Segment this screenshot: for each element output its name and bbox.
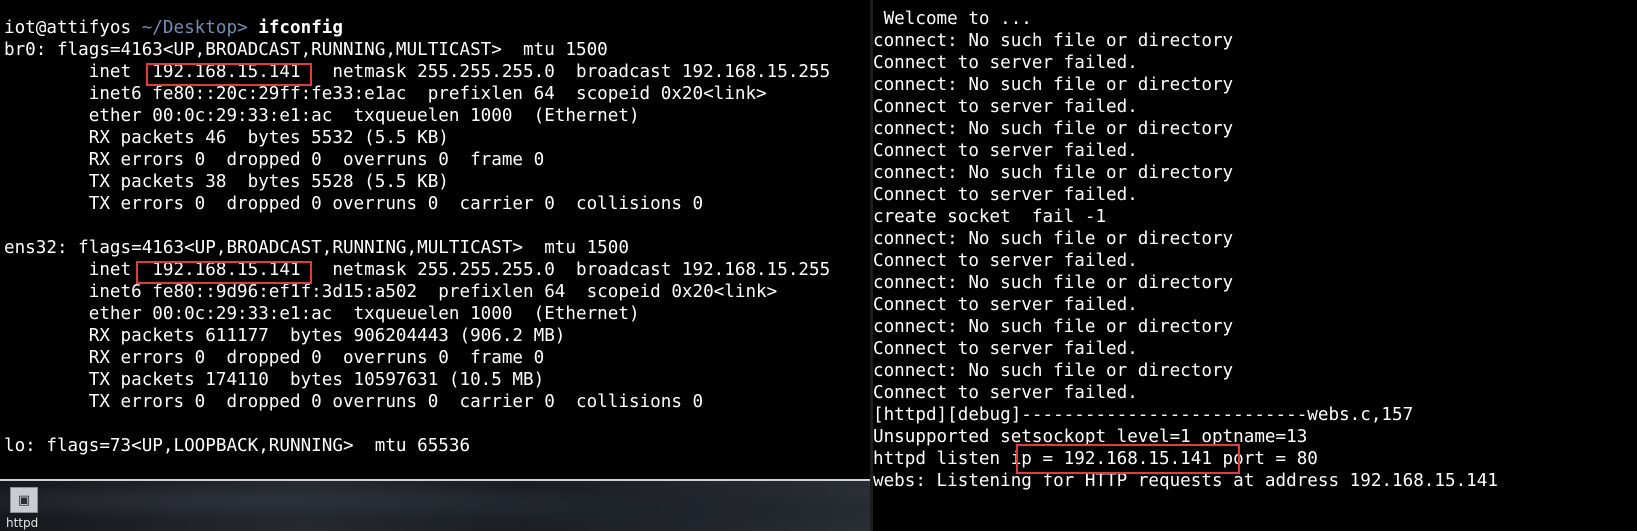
- terminal-output-line: RX errors 0 dropped 0 overruns 0 frame 0: [4, 150, 545, 170]
- prompt-line: iot@attifyos ~/Desktop> ifconfig: [4, 17, 343, 40]
- terminal-output-line: RX errors 0 dropped 0 overruns 0 frame 0: [4, 348, 545, 368]
- terminal-output-line: Connect to server failed.: [873, 295, 1138, 315]
- terminal-output-line: connect: No such file or directory: [873, 75, 1234, 95]
- terminal-output-line: inet 192.168.15.141 netmask 255.255.255.…: [4, 260, 831, 280]
- terminal-output-line: Welcome to ...: [873, 9, 1032, 29]
- terminal-output-line: TX errors 0 dropped 0 overruns 0 carrier…: [4, 194, 704, 214]
- prompt-symbol: >: [237, 18, 248, 38]
- terminal-output-line: connect: No such file or directory: [873, 361, 1234, 381]
- terminal-output-line: TX errors 0 dropped 0 overruns 0 carrier…: [4, 392, 704, 412]
- terminal-output-line: Unsupported setsockopt level=1 optname=1…: [873, 427, 1308, 447]
- terminal-output-line: lo: flags=73<UP,LOOPBACK,RUNNING> mtu 65…: [4, 436, 471, 456]
- terminal-output-line: connect: No such file or directory: [873, 229, 1234, 249]
- terminal-output-line: Connect to server failed.: [873, 185, 1138, 205]
- terminal-output-line: TX packets 38 bytes 5528 (5.5 KB): [4, 172, 449, 192]
- terminal-output-line: Connect to server failed.: [873, 251, 1138, 271]
- prompt-user-host: iot@attifyos: [4, 18, 132, 38]
- prompt-path: ~/Desktop: [141, 18, 238, 38]
- terminal-output-line: Connect to server failed.: [873, 53, 1138, 73]
- terminal-output-line: webs: Listening for HTTP requests at add…: [873, 471, 1498, 491]
- terminal-output-line: connect: No such file or directory: [873, 31, 1234, 51]
- prompt-command: ifconfig: [258, 18, 343, 38]
- terminal-output-line: ether 00:0c:29:33:e1:ac txqueuelen 1000 …: [4, 304, 640, 324]
- terminal-output-line: TX packets 174110 bytes 10597631 (10.5 M…: [4, 370, 545, 390]
- terminal-output-line: ens32: flags=4163<UP,BROADCAST,RUNNING,M…: [4, 238, 629, 258]
- terminal-output-line: Connect to server failed.: [873, 141, 1138, 161]
- terminal-output-line: create socket fail -1: [873, 207, 1107, 227]
- terminal-output-line: RX packets 46 bytes 5532 (5.5 KB): [4, 128, 449, 148]
- terminal-output-line: RX packets 611177 bytes 906204443 (906.2…: [4, 326, 566, 346]
- terminal-output-line: connect: No such file or directory: [873, 163, 1234, 183]
- dock-label: httpd: [6, 516, 39, 530]
- terminal-output-line: Connect to server failed.: [873, 97, 1138, 117]
- terminal-output-line: Connect to server failed.: [873, 383, 1138, 403]
- terminal-output-line: ether 00:0c:29:33:e1:ac txqueuelen 1000 …: [4, 106, 640, 126]
- terminal-output-line: inet6 fe80::9d96:ef1f:3d15:a502 prefixle…: [4, 282, 778, 302]
- terminal-output-line: Connect to server failed.: [873, 339, 1138, 359]
- terminal-output-line: connect: No such file or directory: [873, 273, 1234, 293]
- terminal-icon[interactable]: ▣: [10, 487, 38, 513]
- terminal-output-line: connect: No such file or directory: [873, 119, 1234, 139]
- left-terminal[interactable]: iot@attifyos ~/Desktop> ifconfig br0: fl…: [0, 0, 870, 481]
- terminal-output-line: connect: No such file or directory: [873, 317, 1234, 337]
- terminal-output-line: inet6 fe80::20c:29ff:fe33:e1ac prefixlen…: [4, 84, 767, 104]
- terminal-output-line: httpd listen ip = 192.168.15.141 port = …: [873, 449, 1318, 469]
- terminal-output-line: [httpd][debug]--------------------------…: [873, 405, 1414, 425]
- right-terminal[interactable]: Welcome to ... connect: No such file or …: [873, 0, 1637, 531]
- desktop-wallpaper: [0, 481, 870, 531]
- terminal-output-line: inet 192.168.15.141 netmask 255.255.255.…: [4, 62, 831, 82]
- terminal-output-line: br0: flags=4163<UP,BROADCAST,RUNNING,MUL…: [4, 40, 608, 60]
